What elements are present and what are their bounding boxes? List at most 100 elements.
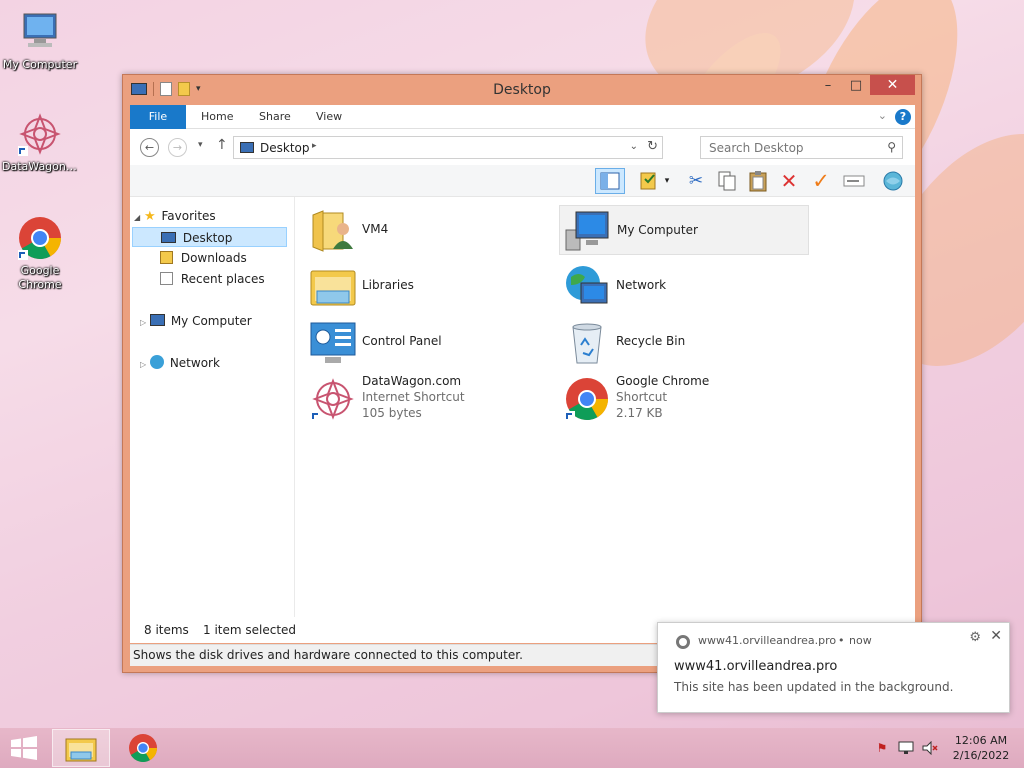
cut-icon[interactable]: ✂ xyxy=(683,168,709,194)
collapse-arrow-icon[interactable]: ◢ xyxy=(134,213,140,222)
nav-network[interactable]: ▷ Network xyxy=(140,353,220,373)
check-icon[interactable]: ✓ xyxy=(808,168,834,194)
refresh-icon[interactable]: ↻ xyxy=(647,139,658,154)
desktop-icon-chrome[interactable]: Google Chrome xyxy=(0,214,80,292)
list-item-selected[interactable]: My Computer xyxy=(559,205,809,255)
datawagon-icon xyxy=(16,110,64,158)
recycle-bin-icon xyxy=(563,319,611,367)
nav-recent-places[interactable]: Recent places xyxy=(160,269,265,289)
list-item[interactable]: Libraries xyxy=(305,261,555,311)
network-tray-icon[interactable] xyxy=(898,740,914,756)
file-explorer-icon xyxy=(65,738,97,762)
nav-downloads[interactable]: Downloads xyxy=(160,248,247,268)
nav-my-computer[interactable]: ▷ My Computer xyxy=(140,311,252,331)
desktop-icon-label: Google Chrome xyxy=(18,264,62,291)
notification-time: now xyxy=(849,634,872,647)
start-button[interactable] xyxy=(0,729,48,767)
libraries-icon xyxy=(309,263,357,311)
delete-icon[interactable]: ✕ xyxy=(776,168,802,194)
close-notification-icon[interactable]: ✕ xyxy=(990,628,1002,644)
recent-locations-icon[interactable]: ▾ xyxy=(198,140,203,150)
item-name: My Computer xyxy=(617,223,698,237)
list-item[interactable]: DataWagon.com Internet Shortcut 105 byte… xyxy=(305,373,555,423)
notification-source: www41.orvilleandrea.pro xyxy=(698,634,837,647)
selection-count: 1 item selected xyxy=(203,623,297,637)
search-placeholder: Search Desktop xyxy=(709,141,804,155)
nav-favorites[interactable]: ◢ ★ Favorites xyxy=(134,206,216,226)
item-name: Libraries xyxy=(362,278,414,292)
volume-muted-icon[interactable] xyxy=(922,740,938,756)
notification-toast[interactable]: www41.orvilleandrea.pro • now ⚙ ✕ www41.… xyxy=(657,622,1010,713)
minimize-button[interactable]: – xyxy=(814,75,842,95)
computer-small-icon xyxy=(149,314,165,326)
computer-icon xyxy=(564,208,612,256)
chrome-icon xyxy=(16,214,64,262)
chrome-icon xyxy=(129,734,157,763)
maximize-button[interactable]: □ xyxy=(842,75,870,95)
file-list: VM4 My Computer Libraries Network Contro… xyxy=(295,197,915,617)
nav-desktop-label: Desktop xyxy=(182,231,233,245)
recent-places-icon xyxy=(160,272,173,285)
properties-checklist-icon[interactable] xyxy=(636,168,662,194)
user-folder-icon xyxy=(309,207,357,255)
search-input[interactable]: Search Desktop ⚲ xyxy=(700,136,903,159)
explorer-window[interactable]: ▾ Desktop – □ ✕ File Home Share View ⌄ ?… xyxy=(122,74,922,673)
action-center-flag-icon[interactable]: ⚑ xyxy=(874,740,890,756)
tab-view[interactable]: View xyxy=(302,105,356,129)
globe-icon[interactable] xyxy=(880,168,906,194)
nav-my-computer-label: My Computer xyxy=(170,314,252,328)
list-item[interactable]: VM4 xyxy=(305,205,555,255)
list-item[interactable]: Recycle Bin xyxy=(559,317,809,367)
expand-arrow-icon[interactable]: ▷ xyxy=(140,318,146,327)
address-bar[interactable]: Desktop ▸ ⌄ ↻ xyxy=(233,136,663,159)
navigation-pane: ◢ ★ Favorites Desktop Downloads Recent p… xyxy=(130,197,295,617)
desktop-icon-datawagon[interactable]: DataWagon.... xyxy=(0,110,80,174)
search-icon[interactable]: ⚲ xyxy=(887,140,896,154)
taskbar-chrome[interactable] xyxy=(114,729,172,767)
paste-icon[interactable] xyxy=(745,168,771,194)
desktop-location-icon xyxy=(240,142,254,153)
address-dropdown-icon[interactable]: ⌄ xyxy=(630,141,638,152)
breadcrumb-chevron-icon[interactable]: ▸ xyxy=(312,141,317,151)
toolbar-dropdown-icon[interactable]: ▾ xyxy=(660,168,674,194)
expand-ribbon-icon[interactable]: ⌄ xyxy=(878,109,887,122)
preview-pane-icon[interactable] xyxy=(595,168,625,194)
item-name: Control Panel xyxy=(362,334,442,348)
list-item[interactable]: Google Chrome Shortcut 2.17 KB xyxy=(559,373,809,423)
back-button[interactable]: ← xyxy=(140,138,159,157)
item-size: 2.17 KB xyxy=(616,406,663,420)
clock[interactable]: 12:06 AM 2/16/2022 xyxy=(950,733,1012,763)
taskbar: ⚑ 12:06 AM 2/16/2022 xyxy=(0,728,1024,768)
tab-home[interactable]: Home xyxy=(187,105,247,129)
settings-gear-icon[interactable]: ⚙ xyxy=(969,630,981,645)
item-type: Internet Shortcut xyxy=(362,390,465,404)
tab-share[interactable]: Share xyxy=(245,105,305,129)
expand-arrow-icon[interactable]: ▷ xyxy=(140,360,146,369)
copy-icon[interactable] xyxy=(714,168,740,194)
rename-icon[interactable] xyxy=(841,168,867,194)
notification-title: www41.orvilleandrea.pro xyxy=(674,659,838,674)
nav-recent-label: Recent places xyxy=(180,272,265,286)
item-size: 105 bytes xyxy=(362,406,422,420)
nav-desktop[interactable]: Desktop xyxy=(132,227,287,247)
taskbar-file-explorer[interactable] xyxy=(52,729,110,767)
forward-button[interactable]: → xyxy=(168,138,187,157)
tab-file[interactable]: File xyxy=(130,105,186,129)
ribbon-tabs: File Home Share View ⌄ ? xyxy=(130,105,915,129)
clock-date: 2/16/2022 xyxy=(952,749,1010,762)
title-bar[interactable]: ▾ Desktop – □ ✕ xyxy=(123,75,921,105)
address-text: Desktop xyxy=(260,141,310,155)
nav-network-label: Network xyxy=(169,356,220,370)
desktop-icon-label: DataWagon.... xyxy=(2,160,80,173)
help-icon[interactable]: ? xyxy=(895,109,911,125)
desktop-icon-my-computer[interactable]: My Computer xyxy=(0,8,80,72)
list-item[interactable]: Network xyxy=(559,261,809,311)
chrome-icon xyxy=(563,375,611,423)
up-button[interactable]: ↑ xyxy=(216,137,228,153)
item-name: Google Chrome xyxy=(616,374,710,388)
close-button[interactable]: ✕ xyxy=(870,75,915,95)
datawagon-icon xyxy=(309,375,357,423)
item-type: Shortcut xyxy=(616,390,668,404)
list-item[interactable]: Control Panel xyxy=(305,317,555,367)
network-small-icon xyxy=(149,355,164,369)
